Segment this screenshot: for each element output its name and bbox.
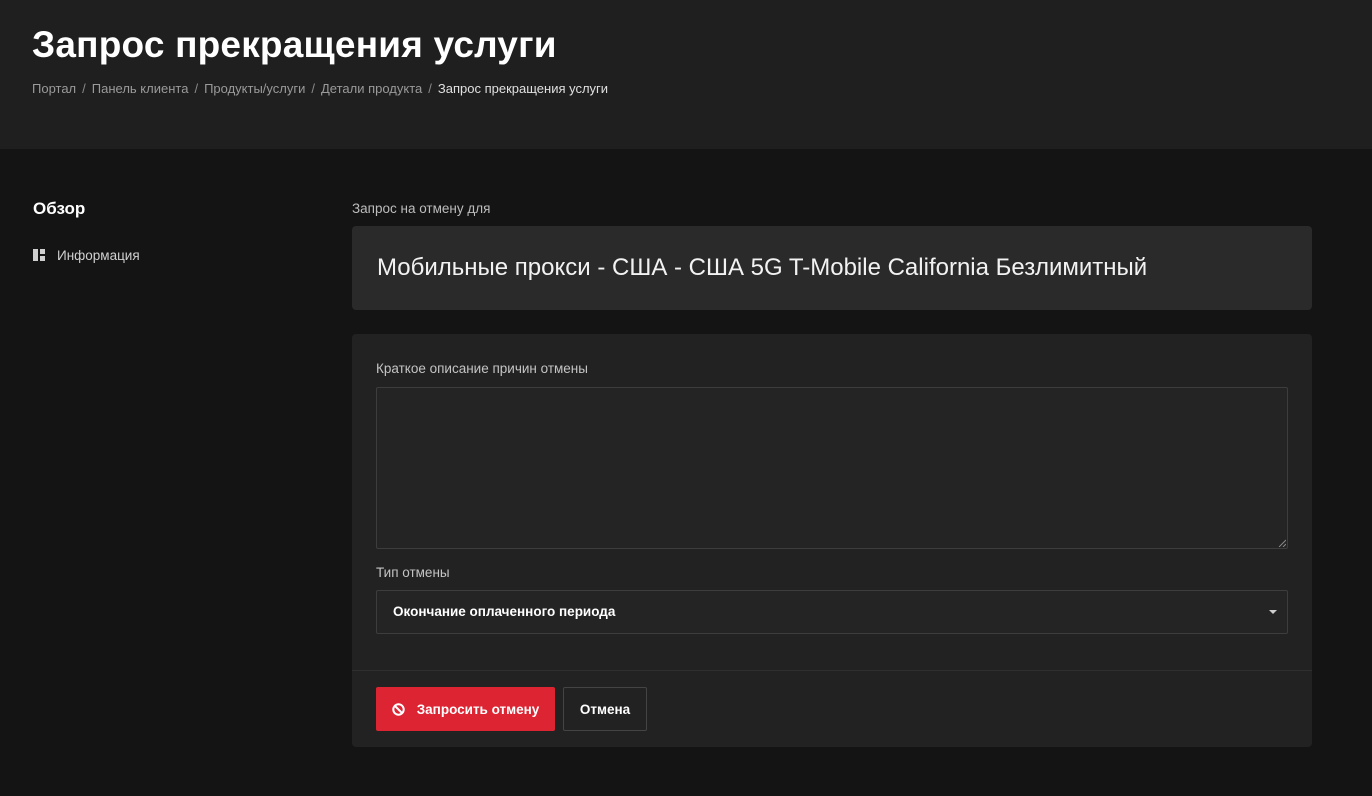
breadcrumb-separator: / [428, 81, 432, 96]
breadcrumb-item-current: Запрос прекращения услуги [437, 81, 609, 96]
breadcrumb-separator: / [311, 81, 315, 96]
product-card: Мобильные прокси - США - США 5G T-Mobile… [352, 226, 1312, 310]
page-header: Запрос прекращения услуги Портал / Панел… [0, 0, 1372, 149]
breadcrumb-separator: / [194, 81, 199, 96]
resize-grip-icon[interactable] [1278, 539, 1286, 547]
breadcrumb-item-product-details[interactable]: Детали продукта [321, 81, 422, 96]
breadcrumb-item-products[interactable]: Продукты/услуги [204, 81, 305, 96]
request-cancellation-button[interactable]: Запросить отмену [376, 687, 555, 731]
reason-textarea[interactable] [376, 387, 1288, 549]
cancellation-type-select[interactable]: Окончание оплаченного периода [376, 590, 1288, 634]
cancellation-type-value: Окончание оплаченного периода [393, 604, 616, 619]
cancel-button[interactable]: Отмена [563, 687, 647, 731]
ban-icon [392, 702, 405, 716]
sidebar-title: Обзор [33, 199, 86, 218]
reason-label: Краткое описание причин отмены [376, 361, 588, 376]
cancellation-type-label: Тип отмены [376, 565, 450, 580]
request-cancellation-label: Запросить отмену [416, 701, 540, 717]
breadcrumb-separator: / [82, 81, 86, 96]
caret-down-icon [1269, 610, 1277, 614]
breadcrumb-item-portal[interactable]: Портал [32, 81, 76, 96]
breadcrumb-item-client-panel[interactable]: Панель клиента [92, 81, 189, 96]
form-divider [352, 670, 1312, 671]
product-name: Мобильные прокси - США - США 5G T-Mobile… [377, 254, 1148, 281]
breadcrumb: Портал / Панель клиента / Продукты/услуг… [32, 81, 608, 96]
cancellation-form: Краткое описание причин отмены Тип отмен… [352, 334, 1312, 747]
sidebar-item-information[interactable]: Информация [33, 246, 140, 264]
cancellation-for-label: Запрос на отмену для [352, 201, 491, 216]
page-title: Запрос прекращения услуги [32, 24, 557, 65]
dashboard-icon [33, 249, 45, 261]
sidebar-item-label: Информация [57, 247, 140, 263]
